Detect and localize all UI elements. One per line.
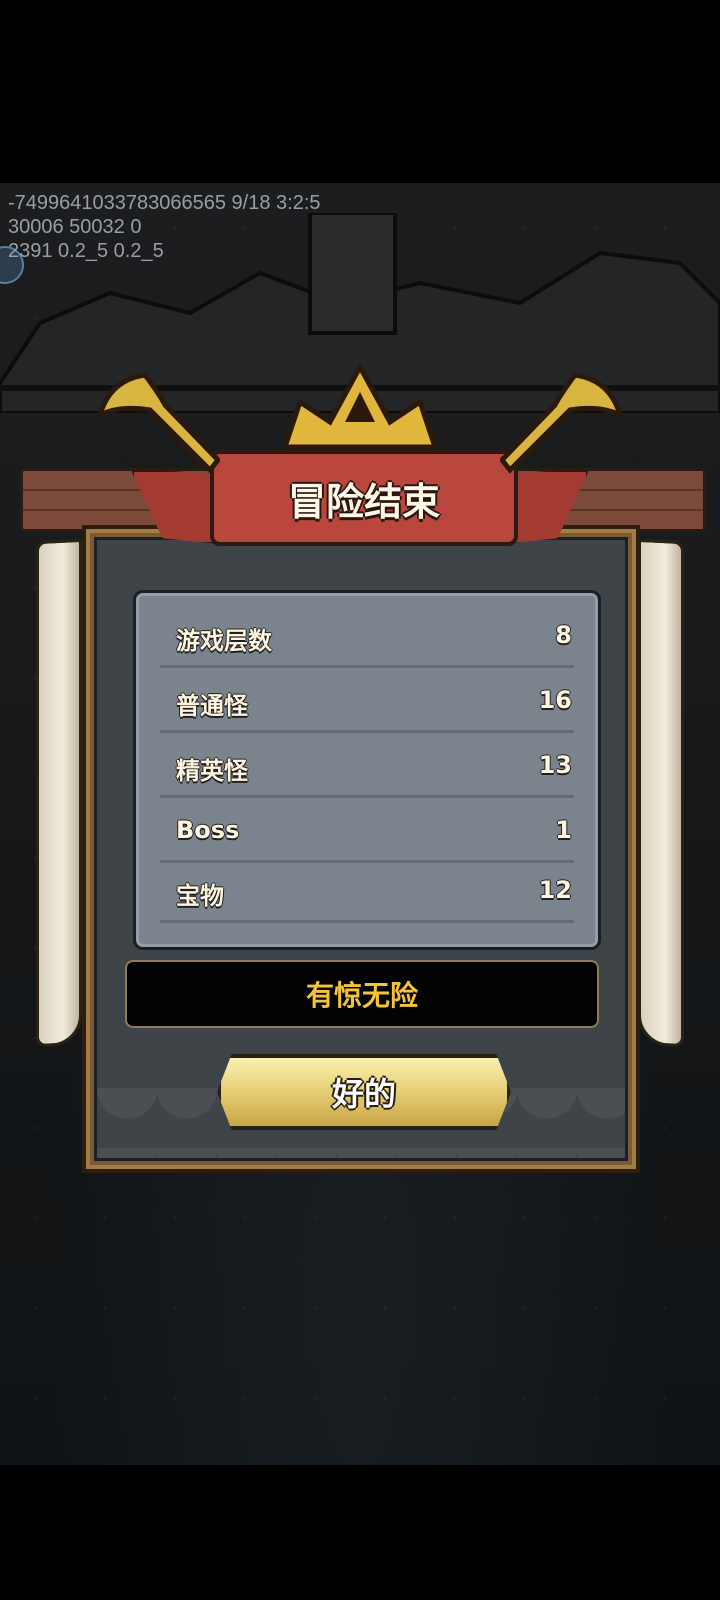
stat-row-elite-monsters: 精英怪 13 <box>160 733 574 798</box>
horn-left-icon <box>96 372 220 474</box>
debug-line: 30006 50032 0 <box>8 216 142 238</box>
stat-value: 13 <box>538 751 572 779</box>
stat-row-normal-monsters: 普通怪 16 <box>160 668 574 733</box>
debug-line: 2391 0.2_5 0.2_5 <box>8 240 164 262</box>
dialog-title: 冒险结束 <box>287 479 440 524</box>
ok-button-label: 好的 <box>331 1075 396 1113</box>
debug-line: -7499641033783066565 9/18 3:2:5 <box>8 192 321 214</box>
stat-value: 16 <box>538 686 572 714</box>
ok-button[interactable]: 好的 <box>217 1054 511 1130</box>
adventure-end-dialog: 游戏层数 8 普通怪 16 精英怪 13 Boss 1 宝物 12 有惊无险 好… <box>20 360 706 1200</box>
stat-label: Boss <box>176 816 240 844</box>
stat-row-treasure: 宝物 12 <box>160 858 574 923</box>
result-box: 有惊无险 <box>125 960 599 1028</box>
stat-row-boss: Boss 1 <box>160 798 574 863</box>
stat-label: 宝物 <box>176 882 224 910</box>
left-banner-decoration <box>36 538 82 1048</box>
stat-value: 8 <box>555 621 572 649</box>
crown-icon <box>281 362 439 450</box>
stats-table: 游戏层数 8 普通怪 16 精英怪 13 Boss 1 宝物 12 <box>133 590 601 950</box>
stat-label: 普通怪 <box>176 692 248 720</box>
dialog-panel: 游戏层数 8 普通怪 16 精英怪 13 Boss 1 宝物 12 有惊无险 好… <box>94 537 628 1161</box>
result-text: 有惊无险 <box>305 979 418 1012</box>
stat-label: 精英怪 <box>176 757 248 785</box>
stat-value: 1 <box>555 816 572 844</box>
horn-right-icon <box>500 372 624 474</box>
stat-row-floors: 游戏层数 8 <box>160 603 574 668</box>
dialog-frame: 游戏层数 8 普通怪 16 精英怪 13 Boss 1 宝物 12 有惊无险 好… <box>82 525 640 1173</box>
title-ribbon: 冒险结束 <box>210 450 518 546</box>
debug-overlay: -7499641033783066565 9/18 3:2:5 30006 50… <box>8 191 428 263</box>
stat-value: 12 <box>538 876 572 904</box>
stat-label: 游戏层数 <box>176 627 272 655</box>
right-banner-decoration <box>638 538 684 1048</box>
